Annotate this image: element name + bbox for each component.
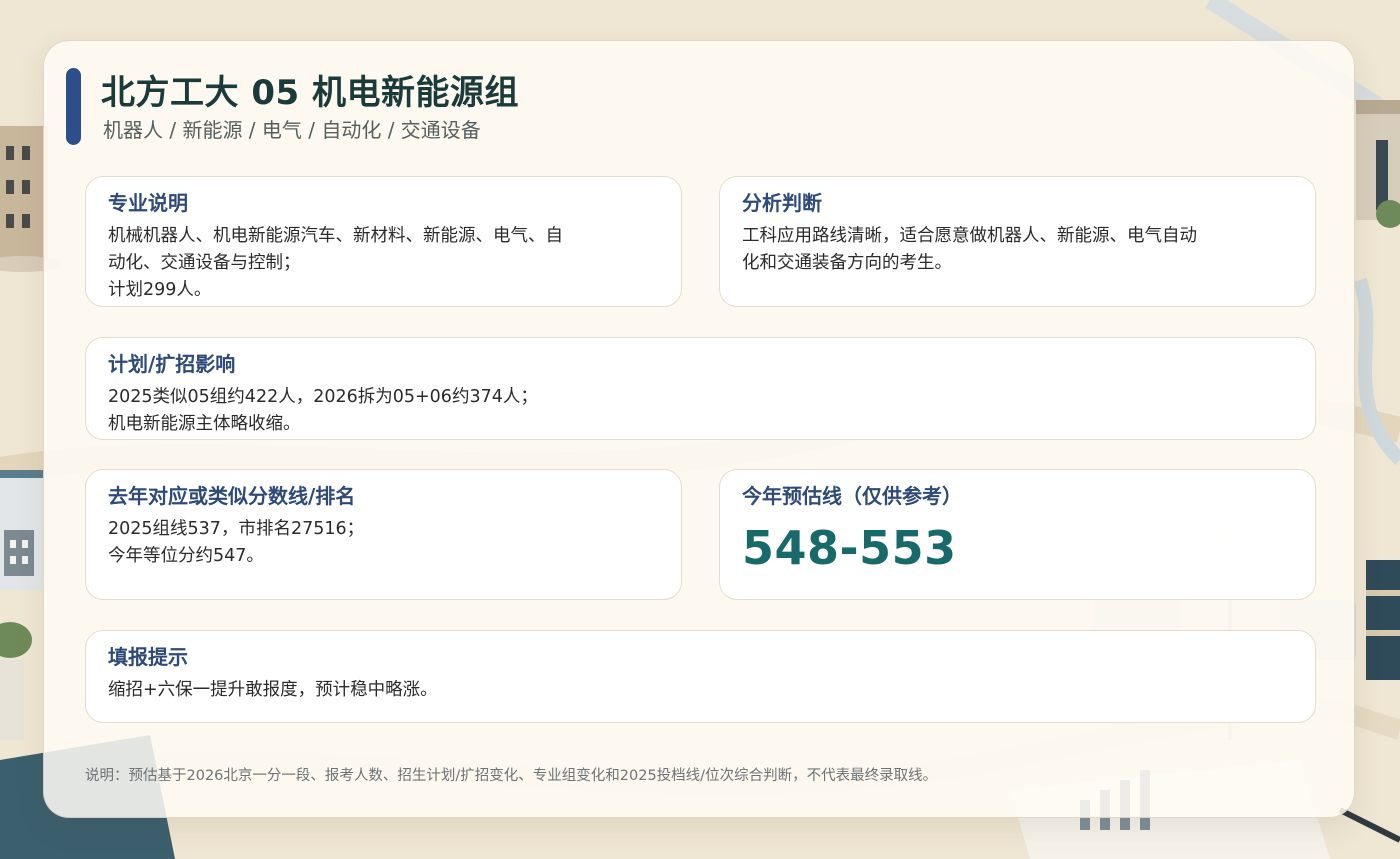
estimate-panel: 今年预估线（仅供参考） 548-553 xyxy=(719,469,1316,600)
last-year-score-label: 去年对应或类似分数线/排名 xyxy=(108,484,356,508)
plan-impact-panel: 计划/扩招影响 2025类似05组约422人，2026拆为05+06约374人；… xyxy=(85,337,1316,440)
page-title: 北方工大 05 机电新能源组 xyxy=(101,73,519,113)
estimate-value: 548-553 xyxy=(742,521,957,575)
major-description-text: 机械机器人、机电新能源汽车、新材料、新能源、电气、自 动化、交通设备与控制； 计… xyxy=(108,226,563,300)
tips-panel: 填报提示 缩招+六保一提升敢报度，预计稳中略涨。 xyxy=(85,630,1316,723)
plan-impact-text: 2025类似05组约422人，2026拆为05+06约374人； 机电新能源主体… xyxy=(108,387,538,434)
last-year-score-text: 2025组线537，市排名27516； 今年等位分约547。 xyxy=(108,519,365,566)
footnote: 说明：预估基于2026北京一分一段、报考人数、招生计划/扩招变化、专业组变化和2… xyxy=(85,768,938,784)
info-card: 北方工大 05 机电新能源组 机器人 / 新能源 / 电气 / 自动化 / 交通… xyxy=(43,40,1355,818)
last-year-score-panel: 去年对应或类似分数线/排名 2025组线537，市排名27516； 今年等位分约… xyxy=(85,469,682,600)
page-subtitle: 机器人 / 新能源 / 电气 / 自动化 / 交通设备 xyxy=(103,118,481,142)
tips-text: 缩招+六保一提升敢报度，预计稳中略涨。 xyxy=(108,680,438,700)
plan-impact-label: 计划/扩招影响 xyxy=(108,352,236,376)
major-description-label: 专业说明 xyxy=(108,191,188,215)
analysis-label: 分析判断 xyxy=(742,191,822,215)
title-accent-bar xyxy=(66,68,81,145)
analysis-panel: 分析判断 工科应用路线清晰，适合愿意做机器人、新能源、电气自动 化和交通装备方向… xyxy=(719,176,1316,307)
estimate-label: 今年预估线（仅供参考） xyxy=(742,484,962,508)
tips-label: 填报提示 xyxy=(108,645,188,669)
major-description-panel: 专业说明 机械机器人、机电新能源汽车、新材料、新能源、电气、自 动化、交通设备与… xyxy=(85,176,682,307)
analysis-text: 工科应用路线清晰，适合愿意做机器人、新能源、电气自动 化和交通装备方向的考生。 xyxy=(742,226,1197,273)
